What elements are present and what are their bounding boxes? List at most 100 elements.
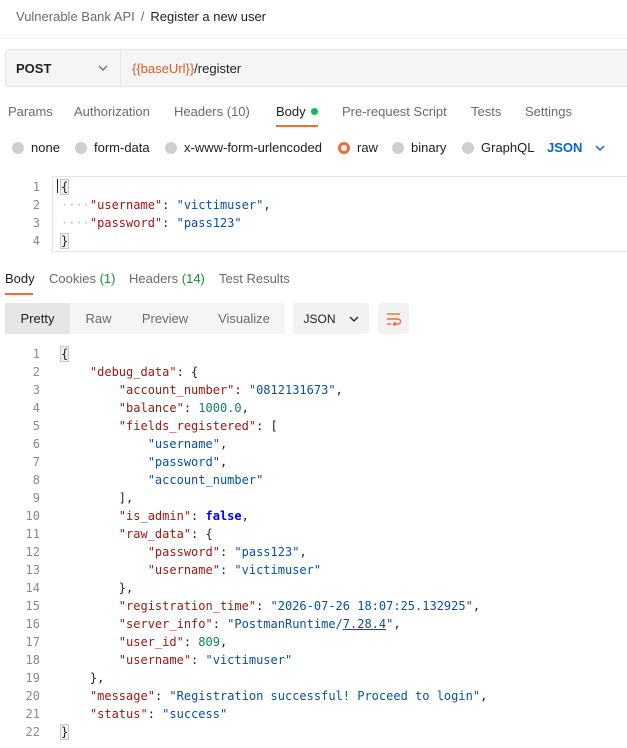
radio-none[interactable]: none bbox=[12, 140, 60, 155]
code-line: }, bbox=[89, 671, 105, 685]
tab-response-headers[interactable]: Headers (14) bbox=[129, 271, 205, 286]
tab-body[interactable]: Body bbox=[276, 104, 318, 119]
active-tab-underline bbox=[276, 125, 318, 127]
server-info-version-link[interactable]: 7.28.4 bbox=[343, 617, 386, 631]
line-number: 3 bbox=[32, 216, 40, 230]
url-variable: {{baseUrl}} bbox=[132, 60, 195, 76]
chevron-down-icon bbox=[595, 145, 605, 151]
code-line: } bbox=[59, 724, 70, 740]
view-raw-button[interactable]: Raw bbox=[70, 303, 127, 334]
url-path: /register bbox=[194, 60, 242, 76]
radio-label: none bbox=[31, 140, 60, 155]
line-number: 18 bbox=[25, 653, 40, 667]
line-number: 7 bbox=[32, 455, 40, 469]
active-tab-underline bbox=[5, 293, 33, 295]
code-line: "fields_registered": [ bbox=[118, 419, 278, 433]
line-number: 12 bbox=[25, 545, 40, 559]
code-line: "user_id": 809, bbox=[118, 635, 228, 649]
breadcrumb: Vulnerable Bank API / Register a new use… bbox=[16, 7, 266, 25]
line-number: 4 bbox=[32, 234, 40, 248]
method-label: POST bbox=[16, 60, 52, 76]
code-line: "message": "Registration successful! Pro… bbox=[89, 689, 488, 703]
line-number: 5 bbox=[32, 419, 40, 433]
tab-pre-request-script[interactable]: Pre-request Script bbox=[342, 104, 447, 119]
line-number: 17 bbox=[25, 635, 40, 649]
line-number: 8 bbox=[32, 473, 40, 487]
code-line: "password", bbox=[147, 455, 228, 469]
code-line: ], bbox=[118, 491, 134, 505]
line-number: 15 bbox=[25, 599, 40, 613]
code-line: "registration_time": "2026-07-26 18:07:2… bbox=[118, 599, 481, 613]
line-number: 11 bbox=[25, 527, 40, 541]
line-number: 14 bbox=[25, 581, 40, 595]
method-select[interactable]: POST bbox=[5, 49, 120, 87]
code-line: }, bbox=[118, 581, 134, 595]
radio-dot bbox=[165, 141, 177, 154]
code-line: "account_number" bbox=[147, 473, 264, 487]
tab-response-body[interactable]: Body bbox=[5, 271, 35, 286]
radio-x-www-form-urlencoded[interactable]: x-www-form-urlencoded bbox=[165, 140, 322, 155]
code-line: } bbox=[59, 233, 70, 249]
tab-cookies[interactable]: Cookies (1) bbox=[49, 271, 115, 286]
line-number: 3 bbox=[32, 383, 40, 397]
response-tabs: Body Cookies (1) Headers (14) Test Resul… bbox=[0, 266, 627, 295]
view-preview-button[interactable]: Preview bbox=[127, 303, 203, 334]
body-type-options: none form-data x-www-form-urlencoded raw… bbox=[0, 136, 627, 160]
radio-graphql[interactable]: GraphQL bbox=[462, 140, 534, 155]
response-format-label: JSON bbox=[303, 311, 336, 326]
body-language-select[interactable]: JSON bbox=[547, 140, 605, 155]
view-visualize-button[interactable]: Visualize bbox=[203, 303, 285, 334]
line-number: 2 bbox=[32, 365, 40, 379]
line-number: 2 bbox=[32, 198, 40, 212]
line-number: 10 bbox=[25, 509, 40, 523]
code-line: { bbox=[59, 346, 70, 362]
radio-binary[interactable]: binary bbox=[392, 140, 446, 155]
line-number: 16 bbox=[25, 617, 40, 631]
tab-settings[interactable]: Settings bbox=[525, 104, 572, 119]
radio-form-data[interactable]: form-data bbox=[75, 140, 150, 155]
code-line: "account_number": "0812131673", bbox=[118, 383, 343, 397]
chevron-down-icon bbox=[98, 65, 108, 71]
code-line: ····"username": "victimuser", bbox=[61, 198, 271, 212]
code-line: "debug_data": { bbox=[89, 365, 199, 379]
header-divider bbox=[0, 38, 627, 39]
code-line: "username": "victimuser" bbox=[118, 653, 293, 667]
code-line: "balance": 1000.0, bbox=[118, 401, 249, 415]
body-active-indicator bbox=[310, 108, 318, 116]
code-line: "username", bbox=[147, 437, 228, 451]
radio-dot bbox=[12, 141, 24, 154]
code-line: "is_admin": false, bbox=[118, 509, 249, 523]
radio-label: binary bbox=[411, 140, 447, 155]
radio-dot bbox=[462, 141, 474, 154]
tab-body-label: Body bbox=[276, 104, 306, 119]
line-number: 19 bbox=[25, 671, 40, 685]
code-line: ····"password": "pass123" bbox=[61, 216, 242, 230]
code-line: { bbox=[59, 179, 70, 195]
url-input[interactable]: {{baseUrl}}/register bbox=[120, 49, 627, 87]
tab-authorization[interactable]: Authorization bbox=[74, 104, 150, 119]
radio-label: form-data bbox=[94, 140, 150, 155]
tab-test-results[interactable]: Test Results bbox=[219, 271, 290, 286]
radio-raw[interactable]: raw bbox=[338, 140, 378, 155]
wrap-lines-button[interactable] bbox=[378, 303, 409, 334]
line-number: 1 bbox=[32, 180, 40, 194]
tab-headers[interactable]: Headers (10) bbox=[174, 104, 250, 119]
code-line: "status": "success" bbox=[89, 707, 228, 721]
radio-label: GraphQL bbox=[481, 140, 535, 155]
line-number: 9 bbox=[32, 491, 40, 505]
code-line: "raw_data": { bbox=[118, 527, 213, 541]
tab-tests[interactable]: Tests bbox=[471, 104, 501, 119]
response-format-select[interactable]: JSON bbox=[293, 303, 369, 334]
line-number: 20 bbox=[25, 689, 40, 703]
breadcrumb-collection[interactable]: Vulnerable Bank API bbox=[16, 9, 135, 24]
radio-dot-selected bbox=[338, 141, 350, 154]
view-mode-toggle: Pretty Raw Preview Visualize bbox=[5, 303, 285, 334]
breadcrumb-request-title[interactable]: Register a new user bbox=[150, 9, 266, 24]
line-number: 4 bbox=[32, 401, 40, 415]
radio-dot bbox=[392, 141, 404, 154]
breadcrumb-separator: / bbox=[140, 8, 145, 24]
cookies-count: (1) bbox=[99, 271, 116, 286]
view-pretty-button[interactable]: Pretty bbox=[5, 303, 70, 334]
tab-params[interactable]: Params bbox=[8, 104, 53, 119]
radio-dot bbox=[75, 141, 87, 154]
